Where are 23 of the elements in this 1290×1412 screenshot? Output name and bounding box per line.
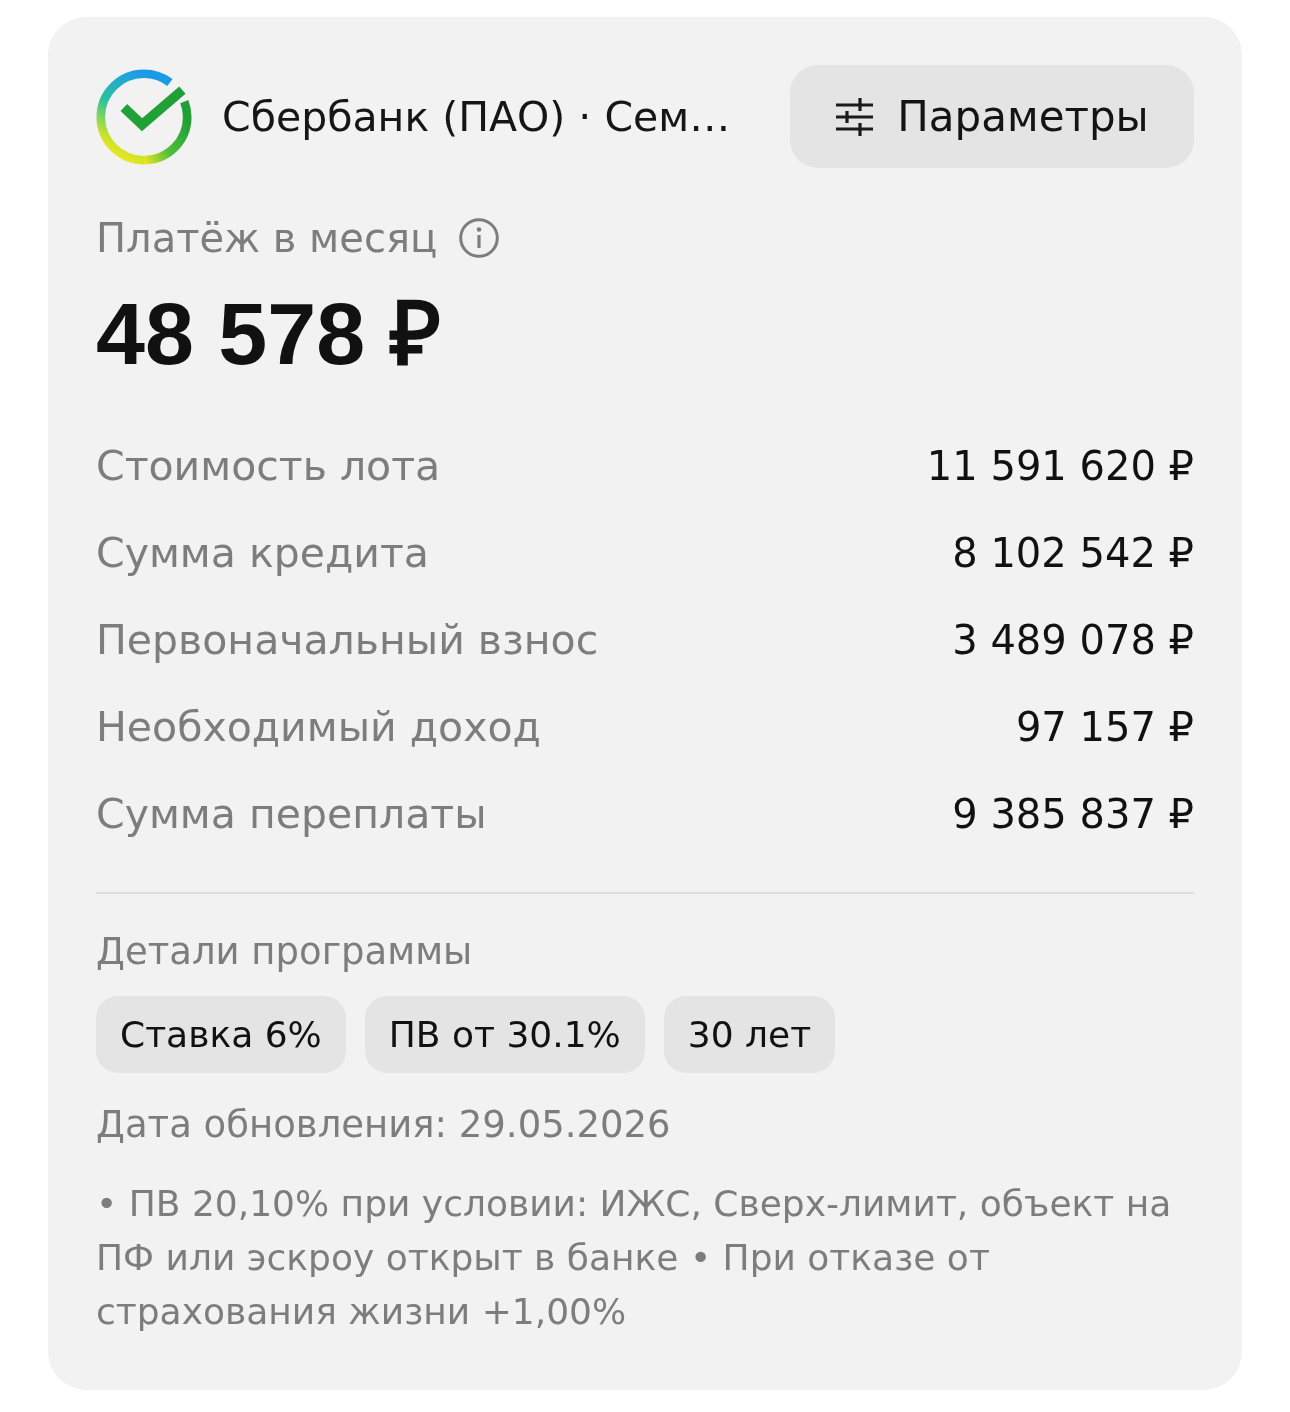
row-value: 8 102 542 ₽ [952,529,1194,576]
row-value: 97 157 ₽ [1015,703,1194,750]
row-value: 3 489 078 ₽ [952,616,1194,663]
footnote-text: • ПВ 20,10% при условии: ИЖС, Сверх-лимит, объект на ПФ или эскроу открыт в банке • При отказе от страхования жизни +1,00% [96,1182,1173,1334]
row-value: 9 385 837 ₽ [952,790,1194,837]
program-tag: Ставка 6% [96,996,346,1073]
row-label: Необходимый доход [96,702,541,751]
update-date: Дата обновления: 29.05.2026 [96,1102,671,1148]
program-tag: ПВ от 30.1% [364,996,645,1073]
payment-amount: 48 578 ₽ [96,284,441,384]
info-icon[interactable] [459,218,500,258]
section-title: Детали программы [96,929,473,975]
row-label: Стоимость лота [96,441,441,490]
row-label: Первоначальный взнос [96,615,599,664]
row-label: Сумма переплаты [96,789,487,838]
row-value: 11 591 620 ₽ [926,442,1194,489]
row-label: Сумма кредита [96,528,429,577]
sliders-icon [835,97,874,136]
program-tag: 30 лет [663,996,836,1073]
parameters-button[interactable]: Параметры [790,65,1194,168]
bank-name: Сбербанк (ПАО) · Сем… [222,92,732,141]
check-ring-logo-icon [96,68,192,165]
payment-label: Платёж в месяц [96,214,438,262]
